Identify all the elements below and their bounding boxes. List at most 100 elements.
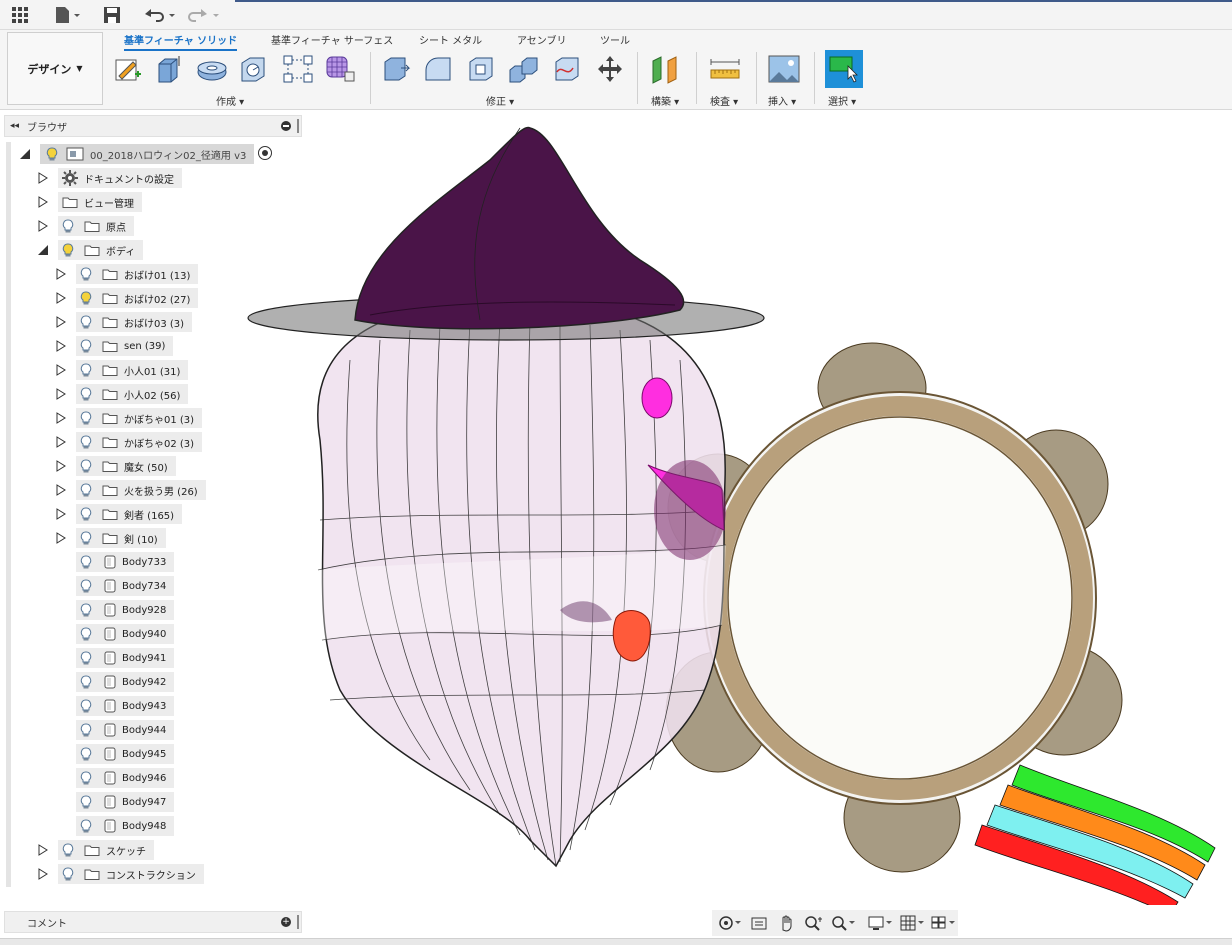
tree-item-component-folder[interactable]: 魔女 (50) bbox=[76, 456, 176, 476]
tree-item-document-settings[interactable]: ドキュメントの設定 bbox=[58, 168, 182, 188]
group-modify[interactable]: 修正 ▾ bbox=[486, 93, 514, 108]
display-settings-icon[interactable] bbox=[868, 912, 895, 934]
tree-item-body[interactable]: Body948 bbox=[76, 816, 175, 836]
tree-item-component-folder[interactable]: 小人01 (31) bbox=[76, 360, 189, 380]
group-inspect[interactable]: 検査 ▾ bbox=[710, 93, 738, 108]
extrude-icon[interactable] bbox=[153, 52, 185, 86]
resize-handle[interactable] bbox=[297, 915, 299, 929]
group-select[interactable]: 選択 ▾ bbox=[828, 93, 856, 108]
tree-item-body[interactable]: Body734 bbox=[76, 576, 175, 596]
workspace-switcher[interactable]: デザイン ▼ bbox=[7, 32, 103, 105]
browser-root[interactable]: 00_2018ハロウィン02_径適用 v3 bbox=[40, 144, 255, 164]
tree-item-component-folder[interactable]: かぼちゃ02 (3) bbox=[76, 432, 203, 452]
tree-item-component-folder[interactable]: おばけ01 (13) bbox=[76, 264, 199, 284]
group-insert[interactable]: 挿入 ▾ bbox=[768, 93, 796, 108]
expand-triangle-icon[interactable] bbox=[54, 339, 68, 353]
measure-icon[interactable] bbox=[709, 52, 741, 86]
expand-triangle-icon[interactable] bbox=[54, 387, 68, 401]
file-menu-icon[interactable] bbox=[52, 4, 82, 26]
offset-plane-icon[interactable] bbox=[650, 52, 682, 86]
tree-item-component-folder[interactable]: おばけ02 (27) bbox=[76, 288, 199, 308]
expand-triangle-icon[interactable] bbox=[54, 363, 68, 377]
redo-icon[interactable] bbox=[186, 4, 222, 26]
app-grid-icon[interactable] bbox=[8, 4, 32, 26]
move-icon[interactable] bbox=[594, 52, 626, 86]
tree-item-construction[interactable]: コンストラクション bbox=[58, 864, 204, 884]
save-icon[interactable] bbox=[100, 4, 124, 26]
press-pull-icon[interactable] bbox=[380, 52, 412, 86]
tree-item-body[interactable]: Body940 bbox=[76, 624, 175, 644]
expand-triangle-icon[interactable] bbox=[36, 171, 50, 185]
replace-face-icon[interactable] bbox=[551, 52, 583, 86]
tab-surface[interactable]: 基準フィーチャ サーフェス bbox=[271, 32, 393, 47]
tree-item-view-management[interactable]: ビュー管理 bbox=[58, 192, 142, 212]
collapse-triangle-icon[interactable] bbox=[18, 147, 32, 161]
tree-item-body[interactable]: Body942 bbox=[76, 672, 175, 692]
group-create[interactable]: 作成 ▾ bbox=[216, 93, 244, 108]
collapse-triangle-icon[interactable] bbox=[36, 243, 50, 257]
zoom-icon[interactable] bbox=[803, 912, 827, 934]
expand-triangle-icon[interactable] bbox=[36, 867, 50, 881]
tree-item-bodies[interactable]: ボディ bbox=[58, 240, 144, 260]
expand-triangle-icon[interactable] bbox=[54, 291, 68, 305]
canvas-viewport[interactable] bbox=[240, 110, 1232, 916]
collapse-panel-icon[interactable]: ◂◂ bbox=[10, 121, 19, 131]
tree-item-body[interactable]: Body946 bbox=[76, 768, 175, 788]
hole-icon[interactable] bbox=[238, 52, 270, 86]
group-construct[interactable]: 構築 ▾ bbox=[651, 93, 679, 108]
pan-hand-icon[interactable] bbox=[775, 912, 799, 934]
expand-triangle-icon[interactable] bbox=[36, 219, 50, 233]
tree-item-component-folder[interactable]: 火を扱う男 (26) bbox=[76, 480, 206, 500]
undo-icon[interactable] bbox=[142, 4, 178, 26]
form-icon[interactable] bbox=[324, 52, 356, 86]
tab-assembly[interactable]: アセンブリ bbox=[517, 32, 567, 47]
orbit-icon[interactable] bbox=[716, 912, 743, 934]
tab-tools[interactable]: ツール bbox=[600, 32, 630, 47]
expand-triangle-icon[interactable] bbox=[36, 843, 50, 857]
combine-icon[interactable] bbox=[508, 52, 540, 86]
expand-triangle-icon[interactable] bbox=[54, 483, 68, 497]
expand-triangle-icon[interactable] bbox=[54, 267, 68, 281]
grid-settings-icon[interactable] bbox=[899, 912, 926, 934]
insert-image-icon[interactable] bbox=[768, 52, 800, 86]
tree-item-body[interactable]: Body947 bbox=[76, 792, 175, 812]
fillet-icon[interactable] bbox=[422, 52, 454, 86]
joint-pattern-icon[interactable] bbox=[282, 52, 314, 86]
expand-triangle-icon[interactable] bbox=[54, 531, 68, 545]
tree-item-body[interactable]: Body928 bbox=[76, 600, 175, 620]
revolve-icon[interactable] bbox=[195, 52, 227, 86]
expand-triangle-icon[interactable] bbox=[54, 411, 68, 425]
tree-item-component-folder[interactable]: おばけ03 (3) bbox=[76, 312, 193, 332]
tab-solid[interactable]: 基準フィーチャ ソリッド bbox=[124, 32, 238, 51]
tree-item-component-folder[interactable]: 小人02 (56) bbox=[76, 384, 189, 404]
expand-triangle-icon[interactable] bbox=[54, 507, 68, 521]
tree-item-body[interactable]: Body943 bbox=[76, 696, 175, 716]
zoom-window-icon[interactable] bbox=[830, 912, 857, 934]
tree-item-component-folder[interactable]: sen (39) bbox=[76, 336, 174, 356]
tree-item-component-folder[interactable]: 剣 (10) bbox=[76, 528, 166, 548]
look-at-icon[interactable] bbox=[747, 912, 771, 934]
browser-scrollbar[interactable] bbox=[6, 142, 11, 887]
new-sketch-icon[interactable] bbox=[112, 52, 144, 86]
expand-triangle-icon[interactable] bbox=[54, 315, 68, 329]
tree-item-origin[interactable]: 原点 bbox=[58, 216, 134, 236]
add-comment-icon[interactable]: + bbox=[281, 917, 291, 927]
tree-item-sketches[interactable]: スケッチ bbox=[58, 840, 154, 860]
tree-item-body[interactable]: Body944 bbox=[76, 720, 175, 740]
expand-triangle-icon[interactable] bbox=[54, 435, 68, 449]
tree-item-component-folder[interactable]: かぼちゃ01 (3) bbox=[76, 408, 203, 428]
tab-sheet-metal[interactable]: シート メタル bbox=[419, 32, 482, 47]
select-icon[interactable] bbox=[825, 50, 863, 88]
tree-item-body[interactable]: Body945 bbox=[76, 744, 175, 764]
tree-item-body[interactable]: Body733 bbox=[76, 552, 175, 572]
tree-item-body[interactable]: Body941 bbox=[76, 648, 175, 668]
expand-triangle-icon[interactable] bbox=[54, 459, 68, 473]
witch-hat bbox=[247, 126, 765, 341]
viewports-icon[interactable] bbox=[931, 912, 958, 934]
comment-panel-header[interactable]: コメント + bbox=[4, 911, 302, 933]
folder-icon bbox=[102, 364, 118, 376]
shell-icon[interactable] bbox=[465, 52, 497, 86]
tree-item-component-folder[interactable]: 剣者 (165) bbox=[76, 504, 183, 524]
tree-item-label: 原点 bbox=[106, 222, 126, 234]
expand-triangle-icon[interactable] bbox=[36, 195, 50, 209]
